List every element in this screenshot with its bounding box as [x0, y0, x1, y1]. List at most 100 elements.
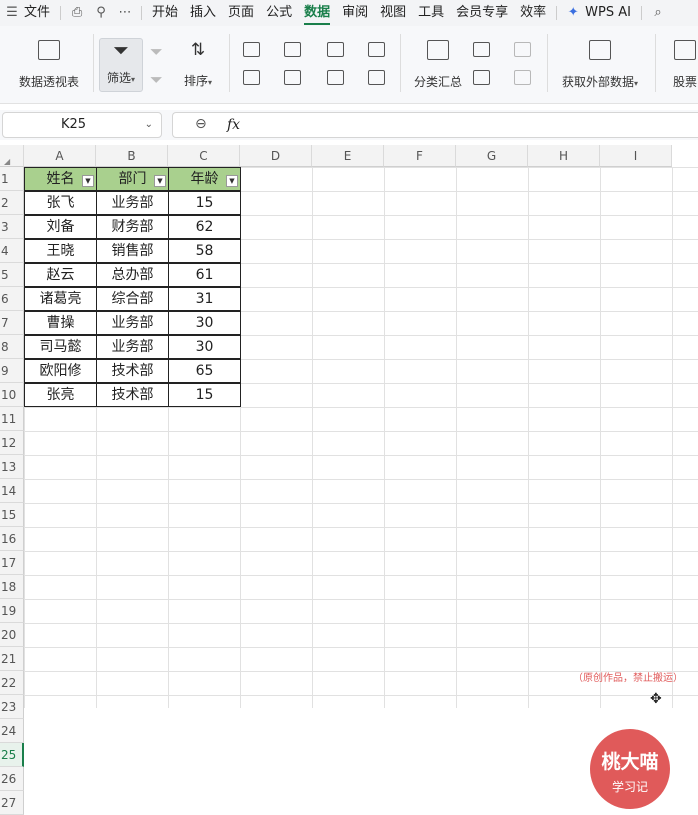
row-header-21[interactable]: 21 — [0, 647, 24, 671]
name-box[interactable]: K25 ⌄ — [2, 112, 162, 138]
highlight-duplicates-icon[interactable] — [243, 42, 260, 57]
table-cell[interactable]: 赵云 — [24, 263, 97, 287]
row-header-20[interactable]: 20 — [0, 623, 24, 647]
table-cell[interactable]: 销售部 — [96, 239, 169, 263]
zoom-icon[interactable]: ⊖ — [195, 116, 207, 132]
table-cell[interactable]: 张亮 — [24, 383, 97, 407]
column-header-D[interactable]: D — [240, 145, 312, 167]
row-header-16[interactable]: 16 — [0, 527, 24, 551]
reapply-filter-icon[interactable]: ⏷ — [150, 70, 163, 90]
row-header-27[interactable]: 27 — [0, 791, 24, 815]
tab-6[interactable]: 视图 — [374, 0, 412, 26]
fx-icon[interactable]: fx — [227, 117, 240, 133]
pivot-table-button[interactable]: 数据透视表 — [14, 40, 84, 90]
table-cell[interactable]: 15 — [168, 191, 241, 215]
table-header-cell[interactable]: 年龄 ▼ — [168, 167, 241, 191]
row-header-8[interactable]: 8 — [0, 335, 24, 359]
column-header-C[interactable]: C — [168, 145, 240, 167]
table-cell[interactable]: 62 — [168, 215, 241, 239]
column-header-H[interactable]: H — [528, 145, 600, 167]
table-cell[interactable]: 诸葛亮 — [24, 287, 97, 311]
table-header-cell[interactable]: 姓名 ▼ — [24, 167, 97, 191]
column-header-F[interactable]: F — [384, 145, 456, 167]
table-cell[interactable]: 技术部 — [96, 383, 169, 407]
tab-1[interactable]: 插入 — [184, 0, 222, 26]
table-cell[interactable]: 刘备 — [24, 215, 97, 239]
row-header-1[interactable]: 1 — [0, 167, 24, 191]
file-menu[interactable]: 文件 — [24, 0, 56, 26]
column-header-I[interactable]: I — [600, 145, 672, 167]
column-header-B[interactable]: B — [96, 145, 168, 167]
tab-0[interactable]: 开始 — [146, 0, 184, 26]
hide-detail-icon[interactable] — [514, 70, 531, 85]
row-header-10[interactable]: 10 — [0, 383, 24, 407]
subtotal-button[interactable]: 分类汇总 — [410, 40, 466, 90]
spreadsheet-grid[interactable]: ◢ ABCDEFGHI 1 2 3 4 5 6 7 8 9 10 11 12 13 14 15 16 17 18 1… — [0, 145, 698, 815]
table-cell[interactable]: 65 — [168, 359, 241, 383]
table-cell[interactable]: 业务部 — [96, 311, 169, 335]
tab-7[interactable]: 工具 — [412, 0, 450, 26]
table-cell[interactable]: 欧阳修 — [24, 359, 97, 383]
table-cell[interactable]: 业务部 — [96, 191, 169, 215]
hamburger-icon[interactable]: ☰ — [4, 5, 20, 21]
table-cell[interactable]: 技术部 — [96, 359, 169, 383]
row-header-25[interactable]: 25 — [0, 743, 24, 767]
row-header-15[interactable]: 15 — [0, 503, 24, 527]
wps-ai-button[interactable]: WPS AI — [585, 0, 637, 26]
table-cell[interactable]: 财务部 — [96, 215, 169, 239]
ungroup-icon[interactable] — [473, 70, 490, 85]
table-cell[interactable]: 司马懿 — [24, 335, 97, 359]
table-cell[interactable]: 总办部 — [96, 263, 169, 287]
column-header-E[interactable]: E — [312, 145, 384, 167]
validation-icon[interactable] — [284, 70, 301, 85]
row-header-7[interactable]: 7 — [0, 311, 24, 335]
save-icon[interactable]: ⎙ — [69, 5, 85, 21]
tab-4[interactable]: 数据 — [298, 0, 336, 26]
row-header-4[interactable]: 4 — [0, 239, 24, 263]
dropdown-list-icon[interactable] — [327, 70, 344, 85]
filter-dropdown-icon[interactable]: ▼ — [82, 175, 94, 187]
select-all-corner[interactable]: ◢ — [0, 145, 24, 167]
search-icon[interactable]: ⌕ — [650, 5, 666, 21]
column-header-A[interactable]: A — [24, 145, 96, 167]
group-icon[interactable] — [473, 42, 490, 57]
tab-9[interactable]: 效率 — [514, 0, 552, 26]
row-header-9[interactable]: 9 — [0, 359, 24, 383]
tab-3[interactable]: 公式 — [260, 0, 298, 26]
table-cell[interactable]: 30 — [168, 335, 241, 359]
row-header-5[interactable]: 5 — [0, 263, 24, 287]
table-cell[interactable]: 31 — [168, 287, 241, 311]
format-painter-icon[interactable]: ⚲ — [93, 5, 109, 21]
sort-button[interactable]: ⇅ 排序▾ — [178, 40, 218, 89]
table-cell[interactable]: 业务部 — [96, 335, 169, 359]
get-external-data-button[interactable]: 获取外部数据▾ — [556, 40, 644, 90]
table-cell[interactable]: 61 — [168, 263, 241, 287]
row-header-19[interactable]: 19 — [0, 599, 24, 623]
row-header-3[interactable]: 3 — [0, 215, 24, 239]
row-header-18[interactable]: 18 — [0, 575, 24, 599]
row-header-23[interactable]: 23 — [0, 695, 24, 719]
table-cell[interactable]: 王晓 — [24, 239, 97, 263]
table-cell[interactable]: 张飞 — [24, 191, 97, 215]
tab-2[interactable]: 页面 — [222, 0, 260, 26]
row-header-2[interactable]: 2 — [0, 191, 24, 215]
stock-button[interactable]: 股票 — [665, 40, 698, 90]
consolidate-icon[interactable] — [368, 42, 385, 57]
row-header-24[interactable]: 24 — [0, 719, 24, 743]
show-detail-icon[interactable] — [514, 42, 531, 57]
row-header-12[interactable]: 12 — [0, 431, 24, 455]
lookup-icon[interactable] — [327, 42, 344, 57]
formula-input[interactable]: ⊖ fx — [172, 112, 698, 138]
clear-filter-icon[interactable]: ⏷ — [150, 42, 163, 62]
fill-icon[interactable] — [284, 42, 301, 57]
remove-duplicates-icon[interactable] — [243, 70, 260, 85]
more-icon[interactable]: ⋯ — [117, 5, 133, 21]
table-cell[interactable]: 15 — [168, 383, 241, 407]
row-header-22[interactable]: 22 — [0, 671, 24, 695]
table-cell[interactable]: 58 — [168, 239, 241, 263]
tab-5[interactable]: 审阅 — [336, 0, 374, 26]
row-header-17[interactable]: 17 — [0, 551, 24, 575]
records-icon[interactable] — [368, 70, 385, 85]
row-header-11[interactable]: 11 — [0, 407, 24, 431]
row-header-14[interactable]: 14 — [0, 479, 24, 503]
